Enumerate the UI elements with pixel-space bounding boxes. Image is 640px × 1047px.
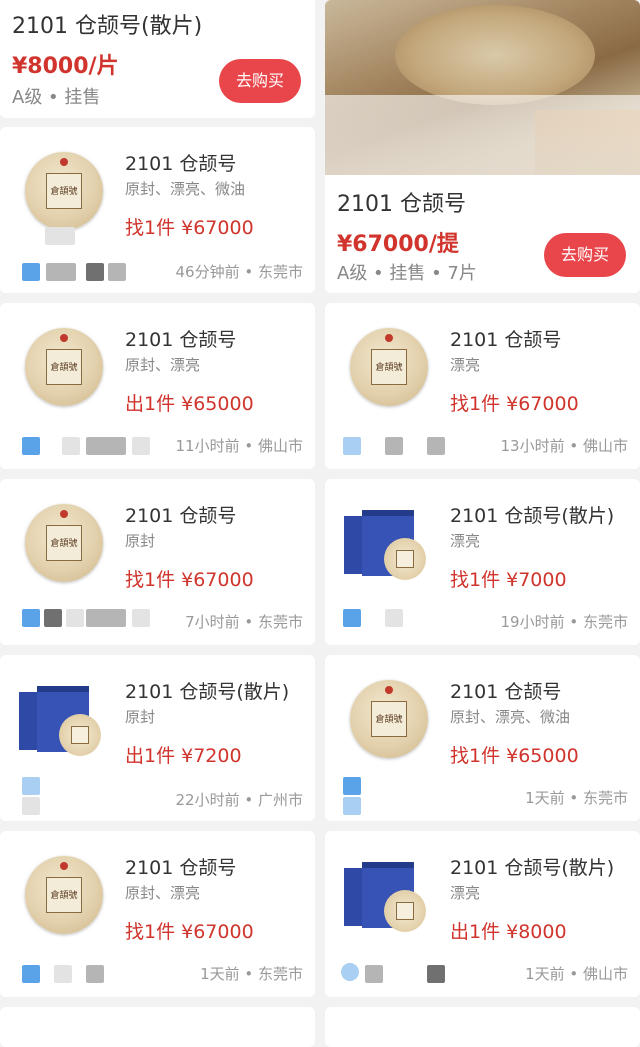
item-title: 2101 仓颉号 <box>337 192 466 217</box>
seller-avatar[interactable] <box>22 609 40 627</box>
item-desc: 原封、漂亮 <box>125 884 201 902</box>
product-photo <box>325 0 640 175</box>
item-desc: 漂亮 <box>450 356 481 374</box>
item-desc: 漂亮 <box>450 884 481 902</box>
item-desc: 原封 <box>125 532 156 550</box>
item-price: 找1件 ¥67000 <box>125 921 254 943</box>
item-meta: A级 • 挂售 • 7片 <box>337 263 477 284</box>
list-item[interactable]: 倉頡號 2101 仓颉号 原封、漂亮、微油 找1件 ¥67000 46分钟前 •… <box>0 127 315 293</box>
gift-box-thumbnail <box>19 680 103 758</box>
item-title: 2101 仓颉号 <box>125 329 237 351</box>
tea-cake-thumbnail: 倉頡號 <box>25 152 103 230</box>
item-price: 出1件 ¥65000 <box>125 393 254 415</box>
seller-avatar[interactable] <box>22 263 40 281</box>
list-item[interactable] <box>0 1007 315 1047</box>
tea-cake-thumbnail: 倉頡號 <box>25 856 103 934</box>
listing-page: 2101 仓颉号(散片) ¥8000/片 A级 • 挂售 去购买 2101 仓颉… <box>0 0 640 1047</box>
item-desc: 原封、漂亮 <box>125 356 201 374</box>
item-meta: 19小时前 • 东莞市 <box>500 613 628 631</box>
seller-avatar[interactable] <box>22 965 40 983</box>
buy-button[interactable]: 去购买 <box>544 233 626 277</box>
seller-avatar[interactable] <box>343 777 361 795</box>
cake-label: 倉頡號 <box>46 173 82 209</box>
seller-avatar[interactable] <box>22 437 40 455</box>
item-title: 2101 仓颉号(散片) <box>12 14 203 39</box>
item-desc: 原封 <box>125 708 156 726</box>
item-price: 找1件 ¥67000 <box>450 393 579 415</box>
item-title: 2101 仓颉号 <box>125 153 237 175</box>
item-desc: 漂亮 <box>450 532 481 550</box>
item-title: 2101 仓颉号 <box>125 857 237 879</box>
item-title: 2101 仓颉号 <box>450 329 562 351</box>
item-meta: 13小时前 • 佛山市 <box>500 437 628 455</box>
item-price: 找1件 ¥65000 <box>450 745 579 767</box>
cake-label: 倉頡號 <box>371 701 407 737</box>
item-meta: A级 • 挂售 <box>12 87 101 108</box>
list-item[interactable]: 倉頡號 2101 仓颉号 原封、漂亮、微油 找1件 ¥65000 1天前 • 东… <box>325 655 640 821</box>
item-price: 找1件 ¥67000 <box>125 217 254 239</box>
item-meta: 1天前 • 佛山市 <box>525 965 628 983</box>
gift-box-thumbnail <box>344 504 428 582</box>
item-price: 出1件 ¥8000 <box>450 921 567 943</box>
item-meta: 1天前 • 东莞市 <box>525 789 628 807</box>
tea-cake-thumbnail: 倉頡號 <box>350 680 428 758</box>
list-item[interactable] <box>325 1007 640 1047</box>
list-item[interactable]: 倉頡號 2101 仓颉号 原封、漂亮 找1件 ¥67000 1天前 • 东莞市 <box>0 831 315 997</box>
item-price: ¥67000/提 <box>337 232 459 257</box>
item-meta: 11小时前 • 佛山市 <box>175 437 303 455</box>
item-title: 2101 仓颉号(散片) <box>450 505 615 527</box>
cake-label: 倉頡號 <box>46 525 82 561</box>
list-item[interactable]: 2101 仓颉号(散片) 原封 出1件 ¥7200 22小时前 • 广州市 <box>0 655 315 821</box>
item-meta: 46分钟前 • 东莞市 <box>175 263 303 281</box>
tea-cake-thumbnail: 倉頡號 <box>25 328 103 406</box>
item-price: 找1件 ¥67000 <box>125 569 254 591</box>
item-meta: 7小时前 • 东莞市 <box>185 613 303 631</box>
item-price: 找1件 ¥7000 <box>450 569 567 591</box>
list-item[interactable]: 倉頡號 2101 仓颉号 原封、漂亮 出1件 ¥65000 11小时前 • 佛山… <box>0 303 315 469</box>
list-item[interactable]: 倉頡號 2101 仓颉号 原封 找1件 ¥67000 7小时前 • 东莞市 <box>0 479 315 645</box>
item-desc: 原封、漂亮、微油 <box>450 708 571 726</box>
item-title: 2101 仓颉号(散片) <box>125 681 290 703</box>
list-item[interactable]: 2101 仓颉号(散片) 漂亮 出1件 ¥8000 1天前 • 佛山市 <box>325 831 640 997</box>
seller-avatar[interactable] <box>341 963 359 981</box>
cake-label: 倉頡號 <box>46 877 82 913</box>
item-title: 2101 仓颉号 <box>450 681 562 703</box>
item-desc: 原封、漂亮、微油 <box>125 180 246 198</box>
seller-avatar[interactable] <box>22 777 40 795</box>
list-item[interactable]: 2101 仓颉号(散片) 漂亮 找1件 ¥7000 19小时前 • 东莞市 <box>325 479 640 645</box>
item-meta: 22小时前 • 广州市 <box>175 791 303 809</box>
tea-cake-thumbnail: 倉頡號 <box>25 504 103 582</box>
cake-label: 倉頡號 <box>371 349 407 385</box>
item-title: 2101 仓颉号(散片) <box>450 857 615 879</box>
gift-box-thumbnail <box>344 856 428 934</box>
item-price: 出1件 ¥7200 <box>125 745 242 767</box>
listing-card-top-left[interactable]: 2101 仓颉号(散片) ¥8000/片 A级 • 挂售 去购买 <box>0 0 315 118</box>
seller-avatar[interactable] <box>343 437 361 455</box>
buy-button[interactable]: 去购买 <box>219 59 301 103</box>
list-item[interactable]: 倉頡號 2101 仓颉号 漂亮 找1件 ¥67000 13小时前 • 佛山市 <box>325 303 640 469</box>
seller-avatar[interactable] <box>343 609 361 627</box>
item-meta: 1天前 • 东莞市 <box>200 965 303 983</box>
item-price: ¥8000/片 <box>12 54 119 79</box>
item-title: 2101 仓颉号 <box>125 505 237 527</box>
tea-cake-thumbnail: 倉頡號 <box>350 328 428 406</box>
listing-card-top-right[interactable]: 2101 仓颉号 ¥67000/提 A级 • 挂售 • 7片 去购买 <box>325 0 640 293</box>
cake-label: 倉頡號 <box>46 349 82 385</box>
